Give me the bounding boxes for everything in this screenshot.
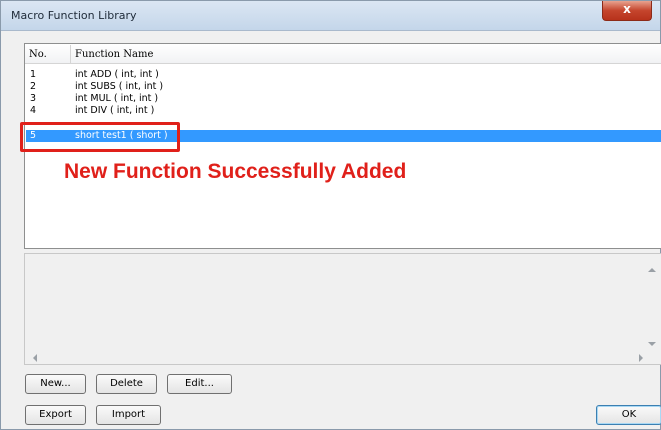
row-number: 3 [30,93,37,104]
annotation-highlight-box [20,122,180,152]
list-row[interactable]: 1 int ADD ( int, int ) [26,69,661,81]
edit-button[interactable]: Edit... [167,374,232,394]
scroll-down-icon[interactable] [648,342,656,346]
window-title: Macro Function Library [11,9,137,22]
close-icon: x [623,2,631,16]
row-number: 4 [30,105,37,116]
macro-function-library-dialog: Macro Function Library x No. Function Na… [0,0,661,430]
row-number: 1 [30,69,37,80]
import-button[interactable]: Import [96,405,161,425]
column-header-no[interactable]: No. [29,49,47,60]
row-function-name: int DIV ( int, int ) [75,105,155,116]
scroll-left-icon[interactable] [33,354,37,362]
new-button[interactable]: New... [25,374,86,394]
list-row[interactable]: 3 int MUL ( int, int ) [26,93,661,105]
scroll-right-icon[interactable] [639,354,643,362]
column-divider[interactable] [70,45,71,63]
list-row[interactable]: 4 int DIV ( int, int ) [26,105,661,117]
close-button[interactable]: x [602,1,652,21]
ok-button[interactable]: OK [596,405,661,425]
title-bar: Macro Function Library x [1,1,660,31]
scroll-up-icon[interactable] [648,268,656,272]
vertical-scrollbar[interactable] [644,254,661,364]
row-function-name: int ADD ( int, int ) [75,69,159,80]
description-panel[interactable] [24,253,661,365]
delete-button[interactable]: Delete [96,374,157,394]
export-button[interactable]: Export [25,405,86,425]
row-function-name: int SUBS ( int, int ) [75,81,164,92]
list-header: No. Function Name [25,44,661,64]
row-number: 2 [30,81,37,92]
column-header-function-name[interactable]: Function Name [75,49,153,60]
annotation-text: New Function Successfully Added [64,160,407,183]
row-function-name: int MUL ( int, int ) [75,93,159,104]
list-row[interactable]: 2 int SUBS ( int, int ) [26,81,661,93]
